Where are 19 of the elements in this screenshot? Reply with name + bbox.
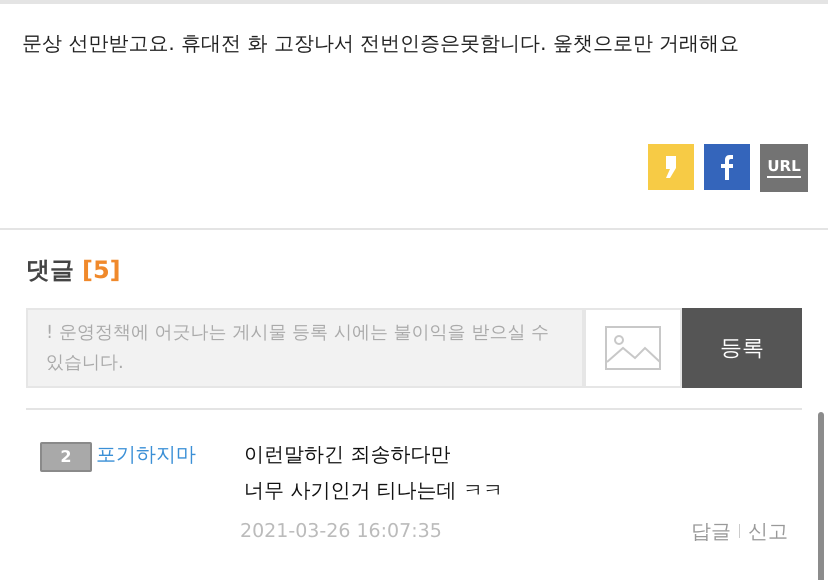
facebook-share-button[interactable] bbox=[704, 144, 750, 190]
facebook-icon bbox=[720, 154, 734, 180]
comment-input[interactable]: ! 운영정책에 어긋나는 게시물 등록 시에는 불이익을 받으실 수 있습니다. bbox=[26, 308, 584, 388]
comment-text: 이런말하긴 죄송하다만 너무 사기인거 티나는데 ㅋㅋ bbox=[244, 441, 504, 504]
kakao-share-button[interactable] bbox=[648, 144, 694, 190]
image-icon bbox=[605, 326, 661, 370]
comma-icon bbox=[664, 156, 678, 178]
submit-button[interactable]: 등록 bbox=[682, 308, 802, 388]
comment-date: 2021-03-26 16:07:35 bbox=[240, 518, 442, 544]
image-attach-button[interactable] bbox=[584, 308, 682, 388]
comment-action-link[interactable]: 답글 bbox=[691, 516, 731, 546]
author-link[interactable]: 포기하지마 bbox=[96, 436, 240, 472]
comment-count: [5] bbox=[82, 255, 121, 286]
comment-action-link[interactable]: 신고 bbox=[748, 516, 788, 546]
level-badge: 2 bbox=[40, 442, 92, 472]
url-share-button[interactable]: URL bbox=[760, 144, 808, 192]
comments-title: 댓글 bbox=[26, 255, 74, 286]
post-body: 문상 선만받고요. 휴대전 화 고장나서 전번인증은못함니다. 옾챗으로만 거래해요 bbox=[21, 30, 740, 57]
scrollbar[interactable] bbox=[818, 412, 824, 580]
